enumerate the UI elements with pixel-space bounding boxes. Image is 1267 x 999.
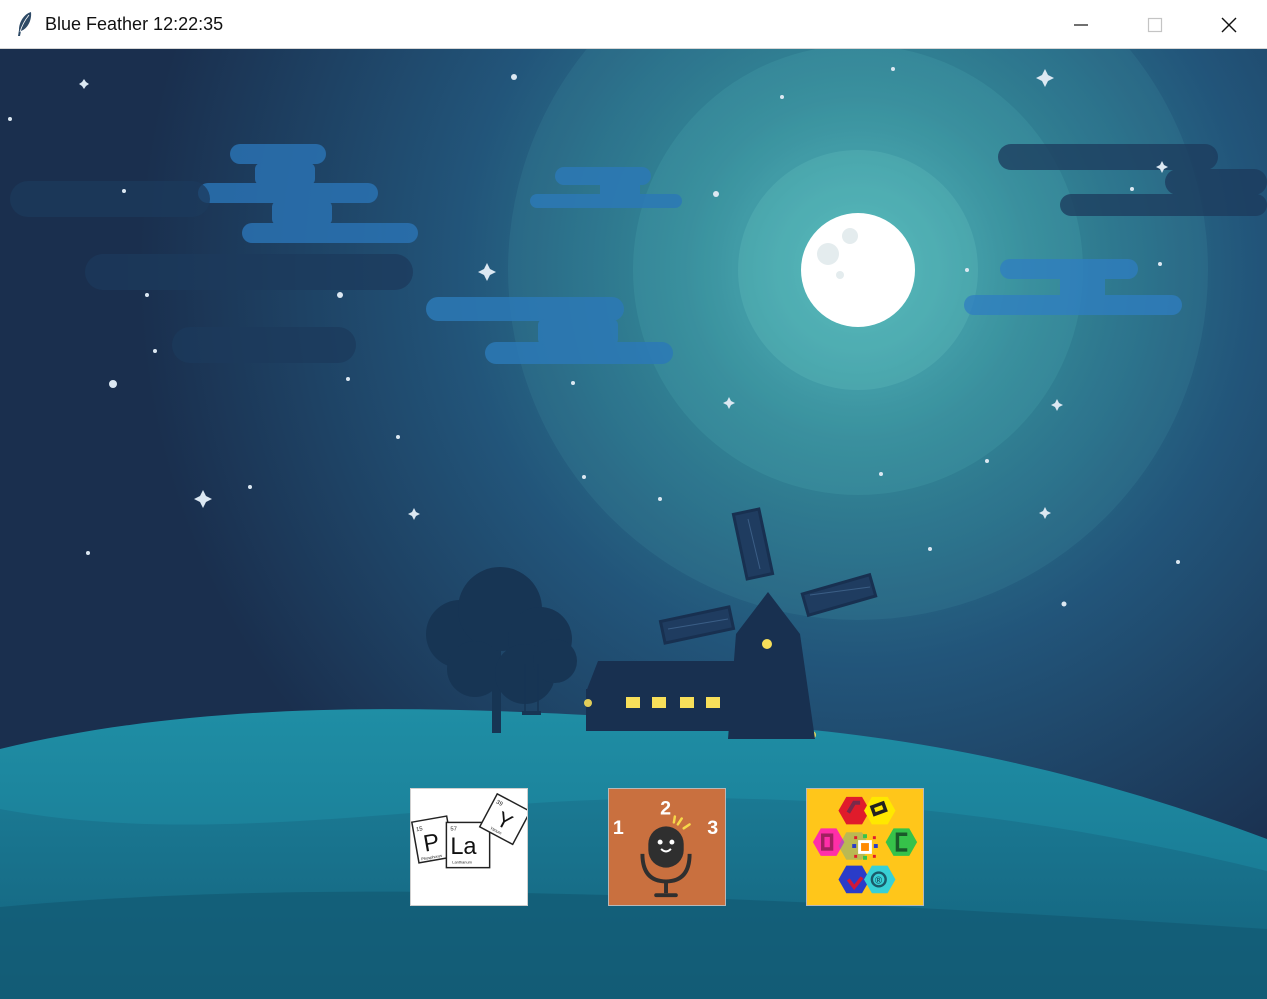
feather-icon [18, 12, 32, 36]
hexagon-puzzle-app-button[interactable]: ® [806, 788, 924, 906]
periodic-play-icon: 15 P Phosphorus 57 La Lanthanum 39 Y Ytt… [411, 792, 527, 869]
moon [801, 213, 915, 327]
title-bar[interactable]: Blue Feather 12:22:35 [0, 0, 1267, 49]
periodic-play-app-button[interactable]: 15 P Phosphorus 57 La Lanthanum 39 Y Ytt… [410, 788, 528, 906]
close-icon [1221, 17, 1237, 32]
hexagon-puzzle-icon: ® [812, 796, 918, 894]
play-tile-2-number: 57 [450, 826, 457, 832]
minimize-button[interactable] [1044, 0, 1118, 49]
app-window: Blue Feather 12:22:35 15 P Phosphorus 57… [0, 0, 1267, 999]
microphone-icon: 2 1 3 [613, 798, 718, 898]
count-number-2: 2 [660, 798, 671, 820]
count-number-3: 3 [707, 817, 718, 839]
close-button[interactable] [1192, 0, 1266, 49]
hex-center-pattern [852, 834, 878, 860]
play-tile-2-symbol: La [450, 833, 477, 859]
window-title: Blue Feather 12:22:35 [45, 14, 224, 34]
count-number-1: 1 [613, 817, 624, 839]
play-tile-2-element: Lanthanum [452, 860, 472, 865]
minimize-icon [1074, 23, 1088, 26]
counting-microphone-app-button[interactable]: 2 1 3 [608, 788, 726, 906]
maximize-icon [1147, 17, 1163, 32]
maximize-button[interactable] [1118, 0, 1192, 49]
hex-registered-glyph: ® [875, 875, 883, 886]
